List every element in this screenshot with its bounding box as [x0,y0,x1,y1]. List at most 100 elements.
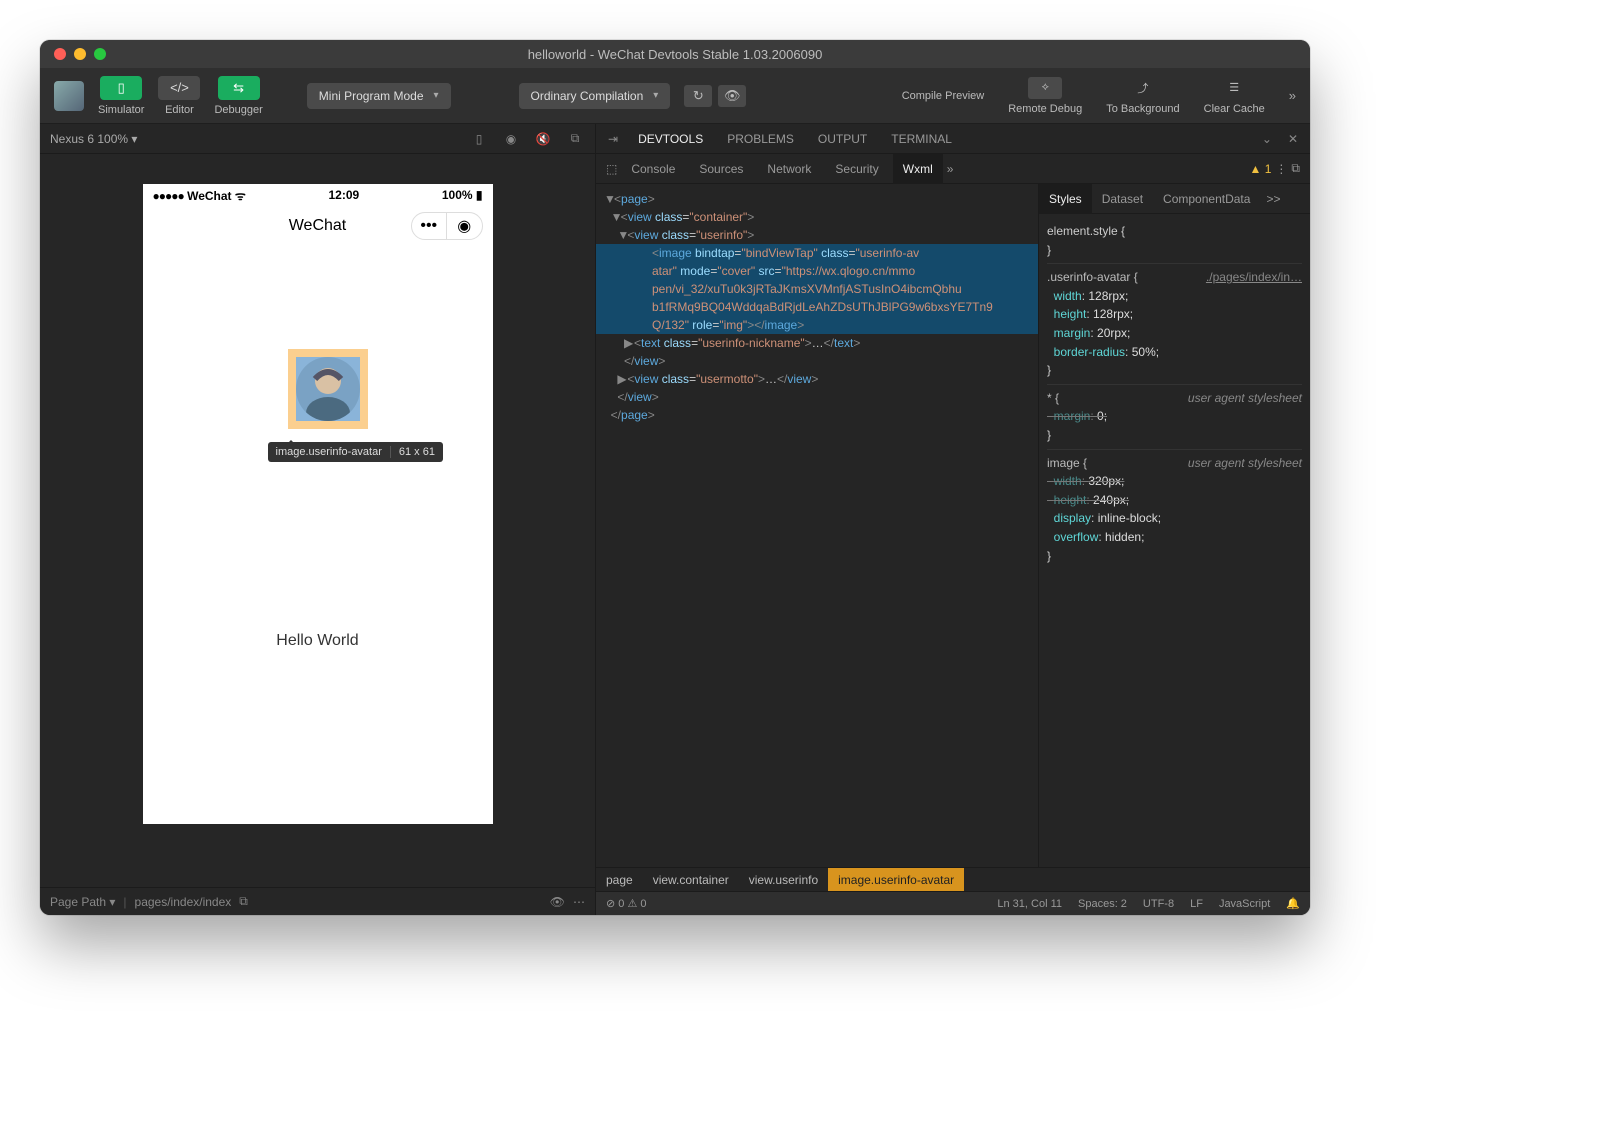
tab-terminal[interactable]: TERMINAL [881,124,962,154]
to-background-button[interactable]: ⤴ To Background [1106,77,1179,115]
styles-tabs: Styles Dataset ComponentData >> [1039,184,1310,214]
devtools-subtabs: ⬚ Console Sources Network Security Wxml … [596,154,1310,184]
styles-tab-dataset[interactable]: Dataset [1092,184,1153,214]
warning-badge[interactable]: ▲ 1 [1250,162,1272,176]
status-time: 12:09 [329,188,360,202]
eye-icon[interactable]: 👁 [550,895,565,909]
crumb-page[interactable]: page [596,868,643,891]
editor-toggle[interactable]: </> Editor [158,76,200,116]
devtools-tabs: ⇥ DEVTOOLS PROBLEMS OUTPUT TERMINAL ⌄ ✕ [596,124,1310,154]
layers-icon: ☰ [1217,77,1251,99]
simulator-toggle[interactable]: ▯ Simulator [98,76,144,116]
mute-icon[interactable]: 🔇 [533,132,553,146]
inspect-selector: image.userinfo-avatar [268,446,391,458]
simulator-column: Nexus 6 100% ▾ ▯ ◉ 🔇 ⧉ ●●●●● WeChat ᯤ 12… [40,124,596,915]
tab-output[interactable]: OUTPUT [808,124,877,154]
nav-bar: WeChat ••• ◉ [143,206,493,246]
app-window: helloworld - WeChat Devtools Stable 1.03… [40,40,1310,915]
inspect-element-icon[interactable]: ⬚ [606,162,617,176]
status-language[interactable]: JavaScript [1219,898,1270,910]
window-title: helloworld - WeChat Devtools Stable 1.03… [40,47,1310,62]
account-avatar[interactable] [54,81,84,111]
status-encoding[interactable]: UTF-8 [1143,898,1174,910]
background-icon: ⤴ [1126,77,1160,99]
phone-frame: ●●●●● WeChat ᯤ 12:09 100% ▮ WeChat ••• ◉ [143,184,493,824]
crumb-avatar[interactable]: image.userinfo-avatar [828,868,964,891]
preview-button[interactable]: 👁 [718,85,746,107]
overflow-icon[interactable]: » [947,162,954,176]
titlebar: helloworld - WeChat Devtools Stable 1.03… [40,40,1310,68]
more-icon[interactable]: ⋯ [573,895,585,909]
copy-path-icon[interactable]: ⧉ [239,894,248,909]
compile-preview-label: Compile Preview [902,90,985,102]
styles-overflow[interactable]: >> [1260,184,1286,214]
subtab-security[interactable]: Security [825,154,888,184]
subtab-console[interactable]: Console [621,154,685,184]
refresh-button[interactable]: ↻ [684,85,712,107]
subtab-sources[interactable]: Sources [689,154,753,184]
device-select[interactable]: Nexus 6 100% ▾ [50,132,137,146]
device-phone-icon[interactable]: ▯ [469,132,489,146]
rule-userinfo-avatar: .userinfo-avatar {./pages/index/in… widt… [1047,264,1302,385]
kebab-menu-icon[interactable]: ⋮ [1275,162,1287,176]
remote-debug-button[interactable]: ⟡ Remote Debug [1008,77,1082,115]
styles-pane: Styles Dataset ComponentData >> element.… [1038,184,1310,867]
status-cursor[interactable]: Ln 31, Col 11 [997,898,1062,910]
subtab-network[interactable]: Network [757,154,821,184]
remote-debug-icon: ⟡ [1028,77,1062,99]
clear-cache-button[interactable]: ☰ Clear Cache [1204,77,1265,115]
bug-icon: ⇆ [218,76,260,100]
inspect-tooltip: image.userinfo-avatar 61 x 61 [268,442,443,462]
crumb-container[interactable]: view.container [643,868,739,891]
crumb-userinfo[interactable]: view.userinfo [739,868,828,891]
styles-rules[interactable]: element.style { } .userinfo-avatar {./pa… [1039,214,1310,867]
selected-element-row[interactable]: <image bindtap="bindViewTap" class="user… [596,244,1038,334]
nav-title: WeChat [289,217,347,235]
close-window-button[interactable] [54,48,66,60]
status-problems[interactable]: ⊘ 0 ⚠ 0 [606,897,646,910]
close-panel-icon[interactable]: ✕ [1282,132,1304,146]
minimize-window-button[interactable] [74,48,86,60]
page-path-value: pages/index/index [135,895,232,909]
styles-tab-styles[interactable]: Styles [1039,184,1092,214]
chevron-down-icon[interactable]: ⌄ [1256,132,1278,146]
dock-icon[interactable]: ⧉ [1291,161,1300,176]
mode-dropdown[interactable]: Mini Program Mode ▾ [307,83,451,109]
code-icon: </> [158,76,200,100]
phone-icon: ▯ [100,76,142,100]
capsule-menu-button[interactable]: ••• [412,213,448,239]
elements-tree[interactable]: ▼<page> ▼<view class="container"> ▼<view… [596,184,1038,867]
debugger-label: Debugger [214,104,262,116]
capsule-close-button[interactable]: ◉ [447,213,482,239]
devtools-column: ⇥ DEVTOOLS PROBLEMS OUTPUT TERMINAL ⌄ ✕ … [596,124,1310,915]
rule-source-link[interactable]: ./pages/index/in… [1206,268,1302,287]
toolbar-overflow-button[interactable]: » [1289,88,1296,103]
panel-toggle-icon[interactable]: ⇥ [602,132,624,146]
status-bar-bottom: ⊘ 0 ⚠ 0 Ln 31, Col 11 Spaces: 2 UTF-8 LF… [596,891,1310,915]
chevron-down-icon: ▾ [434,90,439,101]
styles-tab-componentdata[interactable]: ComponentData [1153,184,1260,214]
page-path-label[interactable]: Page Path ▾ [50,895,115,909]
avatar-image[interactable] [296,357,360,421]
rule-universal: * {user agent stylesheet margin: 0; } [1047,385,1302,450]
tab-devtools[interactable]: DEVTOOLS [628,124,713,154]
compilation-dropdown[interactable]: Ordinary Compilation ▾ [519,83,671,109]
simulator-canvas: ●●●●● WeChat ᯤ 12:09 100% ▮ WeChat ••• ◉ [40,154,595,887]
zoom-window-button[interactable] [94,48,106,60]
debugger-toggle[interactable]: ⇆ Debugger [214,76,262,116]
bell-icon[interactable]: 🔔 [1286,897,1300,910]
copy-icon[interactable]: ⧉ [565,131,585,146]
inspect-size: 61 x 61 [391,446,443,458]
tab-problems[interactable]: PROBLEMS [717,124,804,154]
status-bar: ●●●●● WeChat ᯤ 12:09 100% ▮ [143,184,493,206]
status-indent[interactable]: Spaces: 2 [1078,898,1127,910]
capsule-buttons: ••• ◉ [411,212,483,240]
status-eol[interactable]: LF [1190,898,1203,910]
element-breadcrumbs: page view.container view.userinfo image.… [596,867,1310,891]
editor-label: Editor [165,104,194,116]
device-bar: Nexus 6 100% ▾ ▯ ◉ 🔇 ⧉ [40,124,595,154]
subtab-wxml[interactable]: Wxml [893,154,943,184]
userinfo-avatar-highlight [288,349,368,429]
record-icon[interactable]: ◉ [501,132,521,146]
main-toolbar: ▯ Simulator </> Editor ⇆ Debugger Mini P… [40,68,1310,124]
